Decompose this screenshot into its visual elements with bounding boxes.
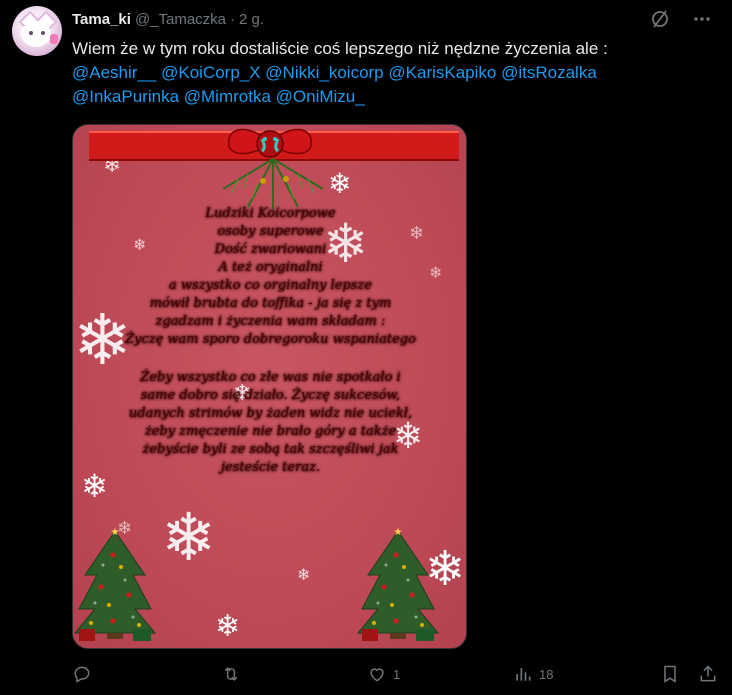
retweet-icon xyxy=(224,667,238,681)
more-icon[interactable] xyxy=(692,9,712,29)
poem-line: Ludziki Koicorpowe xyxy=(205,206,336,221)
poem-line: jesteście teraz. xyxy=(220,460,321,475)
reply-button[interactable] xyxy=(72,664,98,684)
poem-line: żebyście byli ze sobą tak szczęśliwi jak xyxy=(142,442,399,457)
poem-line: same dobro się działo. Życzę sukcesów, xyxy=(140,388,401,403)
poem-line: Żeby wszystko co złe was nie spotkało i xyxy=(140,370,401,385)
mention-link[interactable]: @InkaPurinka xyxy=(72,87,179,106)
mention-link[interactable]: @Aeshir__ xyxy=(72,63,156,82)
svg-text:★: ★ xyxy=(394,527,403,538)
views-icon xyxy=(516,668,531,681)
retweet-button[interactable] xyxy=(220,664,248,684)
christmas-tree-icon: ★ xyxy=(73,527,157,641)
mention-link[interactable]: @OniMizu_ xyxy=(276,87,365,106)
like-button[interactable]: 1 xyxy=(367,664,400,684)
avatar[interactable] xyxy=(12,6,62,56)
author-name[interactable]: Tama_ki xyxy=(72,11,131,28)
mention-link[interactable]: @itsRozalka xyxy=(501,63,597,82)
poem-line: Dość zwariowani xyxy=(214,242,327,257)
author-handle[interactable]: @_Tamaczka xyxy=(135,11,226,28)
poem-text: Ludziki Koicorpowe osoby superowe Dość z… xyxy=(93,205,448,477)
bookmark-button[interactable] xyxy=(660,664,680,684)
poem-line: Życzę wam sporo dobregoroku wspaniatego xyxy=(125,332,416,347)
mention-link[interactable]: @KoiCorp_X xyxy=(161,63,260,82)
tweet[interactable]: Tama_ki @_Tamaczka · 2 g. Wiem że w tym … xyxy=(0,0,732,695)
christmas-tree-icon: ★ xyxy=(356,527,440,641)
views-button[interactable]: 18 xyxy=(513,664,553,684)
mention-link[interactable]: @Nikki_koicorp xyxy=(265,63,383,82)
bow-icon xyxy=(228,128,312,158)
mentions-row-2: @InkaPurinka @Mimrotka @OniMizu_ xyxy=(72,85,712,109)
poem-line: A też oryginalni xyxy=(218,260,323,275)
tweet-image[interactable]: ❄ ❄ ❄ ❄ ❄ ❄ ❄ ❄ ❄ ❄ ❄ ❄ ❄ ❄ ❄ Ludziki Ko… xyxy=(72,124,467,649)
grok-icon[interactable] xyxy=(650,9,670,29)
poem-line: udanych strimów by żaden widz nie uciekł… xyxy=(128,406,413,421)
reply-icon xyxy=(74,666,90,683)
tweet-header: Tama_ki @_Tamaczka · 2 g. xyxy=(72,9,712,29)
poem-line: zgadzam i życzenia wam składam : xyxy=(155,314,386,329)
share-button[interactable] xyxy=(698,664,718,684)
like-count: 1 xyxy=(393,666,401,682)
views-count: 18 xyxy=(539,666,554,682)
poem-line: mówił brubta do toffika - ja się z tym xyxy=(149,296,392,311)
svg-text:★: ★ xyxy=(111,527,120,538)
snowflake-icon: ❄ xyxy=(297,565,311,584)
mentions-row-1: @Aeshir__ @KoiCorp_X @Nikki_koicorp @Kar… xyxy=(72,61,712,85)
separator: · xyxy=(230,10,236,28)
like-icon xyxy=(370,668,384,682)
timestamp[interactable]: 2 g. xyxy=(239,11,264,28)
snowflake-icon: ❄ xyxy=(215,609,241,644)
mention-link[interactable]: @Mimrotka xyxy=(184,87,271,106)
poem-line: osoby superowe xyxy=(217,224,324,239)
snowflake-icon: ❄ xyxy=(328,167,352,200)
poem-line: żeby zmęczenie nie brało góry a także xyxy=(144,424,397,439)
tweet-text: Wiem że w tym roku dostaliście coś lepsz… xyxy=(72,37,712,109)
action-bar: 1 18 xyxy=(72,664,720,688)
tweet-text-line1: Wiem że w tym roku dostaliście coś lepsz… xyxy=(72,39,608,58)
bookmark-icon xyxy=(664,665,676,683)
snowflake-icon: ❄ xyxy=(161,499,217,576)
share-icon xyxy=(700,665,716,682)
mention-link[interactable]: @KarisKapiko xyxy=(388,63,496,82)
poem-line: a wszystko co orginalny lepsze xyxy=(169,278,372,293)
